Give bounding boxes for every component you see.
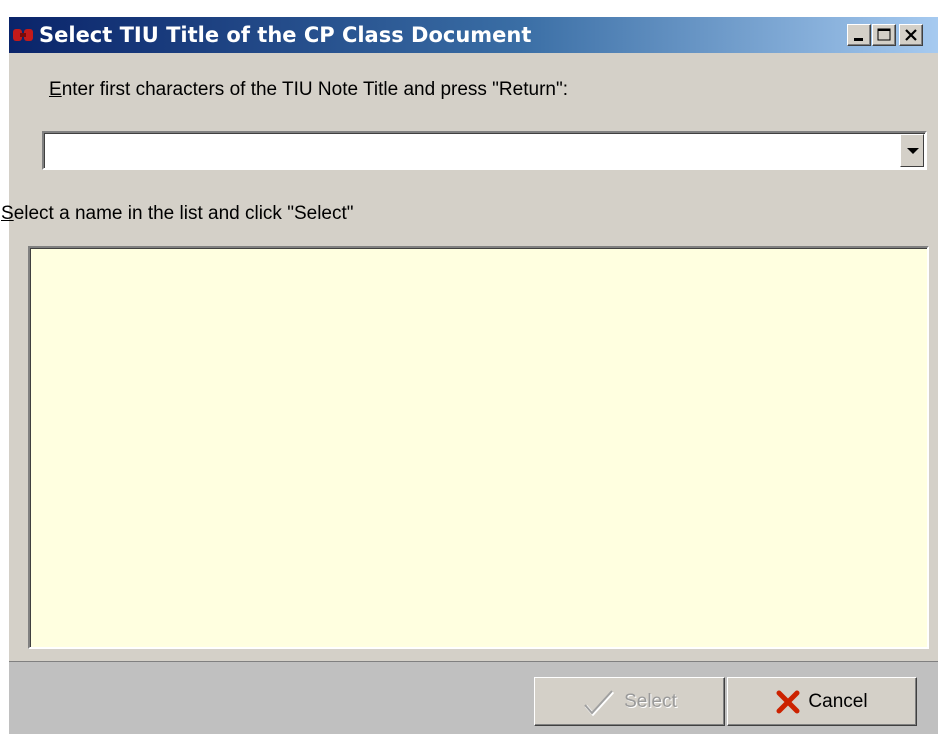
checkmark-icon [584,689,615,716]
list-prompt-text: elect a name in the list and click "Sele… [13,203,354,224]
cancel-button-label: Cancel [808,690,868,712]
minimize-icon [854,38,863,41]
select-button[interactable]: Select [534,677,725,726]
maximize-icon [877,28,891,41]
title-prompt-label: Enter first characters of the TIU Note T… [49,79,568,101]
dialog-window: Select TIU Title of the CP Class Documen… [1,16,938,734]
combo-dropdown-button[interactable] [900,134,924,167]
minimize-button[interactable] [847,24,871,46]
window-title: Select TIU Title of the CP Class Documen… [39,23,532,47]
note-title-combo[interactable] [42,131,927,170]
title-listbox[interactable] [28,246,929,649]
list-prompt-accesskey: S [1,203,14,224]
maximize-button[interactable] [872,24,896,46]
title-prompt-text: nter first characters of the TIU Note Ti… [61,79,568,100]
title-bar[interactable]: Select TIU Title of the CP Class Documen… [9,17,938,53]
close-button[interactable] [899,24,923,46]
button-bar: Select Cancel [9,661,938,734]
cancel-x-icon [776,690,800,713]
cancel-button[interactable]: Cancel [727,677,917,726]
title-prompt-accesskey: E [49,79,62,100]
app-icon [13,27,33,43]
chevron-down-icon [907,148,919,154]
select-button-label: Select [624,690,677,712]
close-icon [905,29,917,41]
list-prompt-label: Select a name in the list and click "Sel… [1,203,354,225]
